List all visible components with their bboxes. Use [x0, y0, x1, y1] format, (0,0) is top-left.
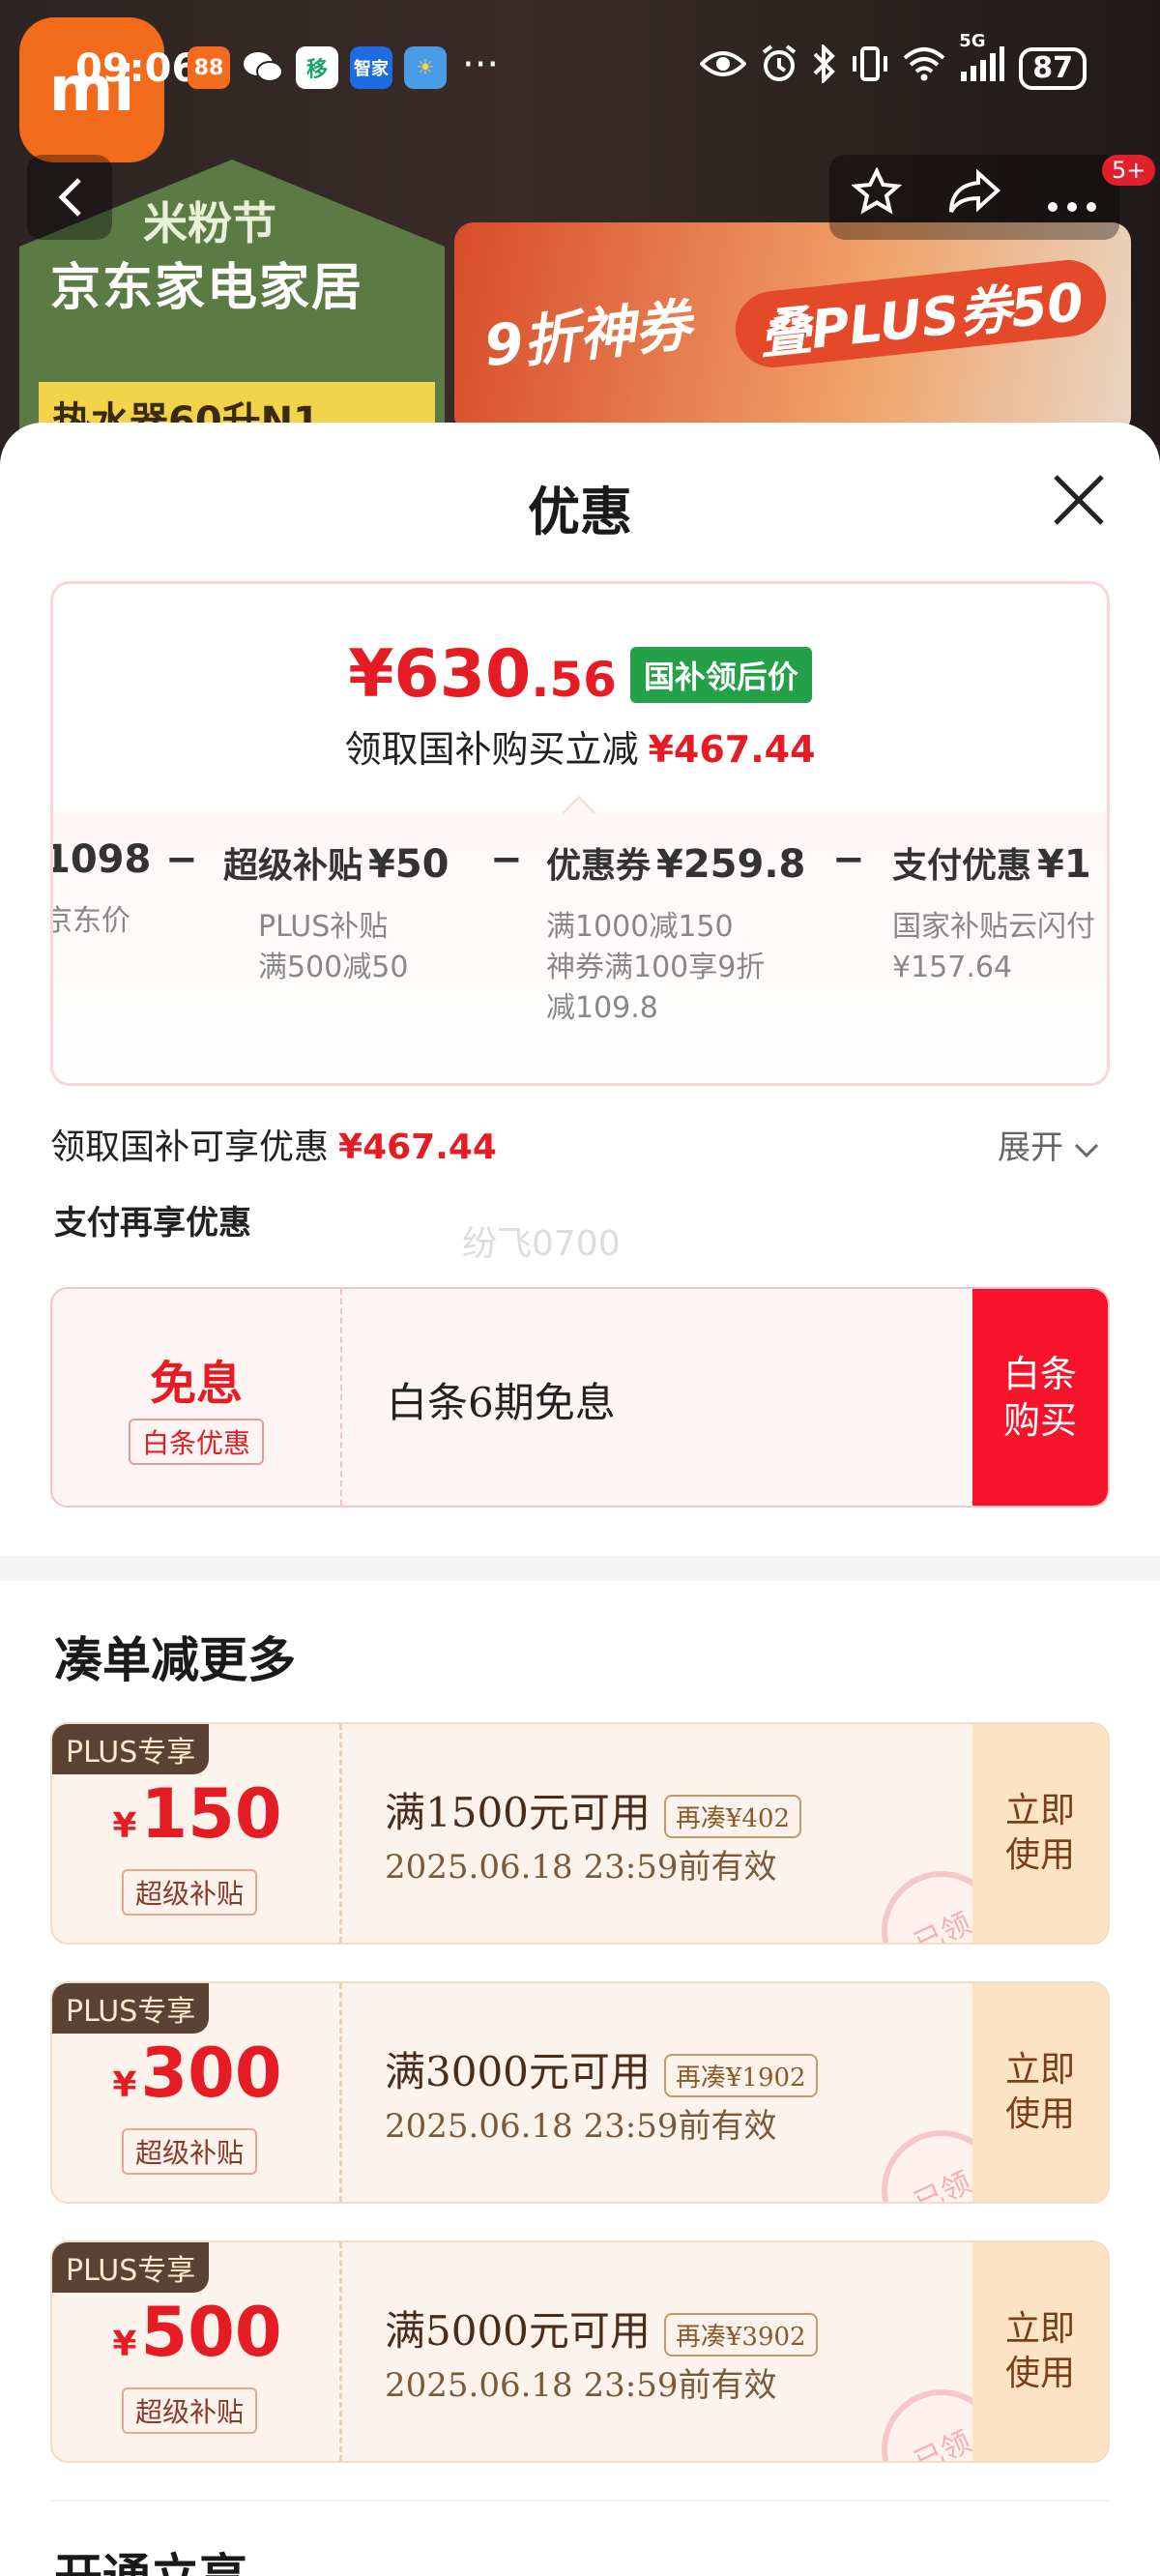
interest-free-text: 白条6期免息 — [387, 1379, 616, 1426]
pay-section-title: 支付再享优惠 — [54, 1204, 251, 1243]
minus-sign: − — [832, 837, 865, 882]
close-button[interactable] — [1052, 473, 1106, 527]
breakdown-item: 支付优惠 ¥1 国家补贴云闪付 ¥157.64 — [892, 842, 1095, 984]
clock: 09:06 — [75, 46, 199, 91]
coupon-extra: 再凑¥1902 — [663, 2053, 818, 2097]
use-now-button[interactable]: 立即 使用 — [972, 1724, 1108, 1943]
bluetooth-icon — [812, 43, 837, 92]
price-breakdown: 1098 京东价 − 超级补贴 ¥50 PLUS补贴 满500减50 − 优惠券 ¥2… — [50, 837, 1107, 1083]
coupon-condition: 满1500元可用 再凑¥402 — [385, 1780, 802, 1839]
star-icon — [851, 165, 903, 215]
back-button[interactable] — [27, 155, 112, 240]
battery-indicator: 87 — [1019, 46, 1087, 90]
reduce-summary: 领取国补购买立减 ¥467.44 — [344, 728, 816, 771]
close-icon — [1054, 475, 1104, 525]
coupon-type: 超级补贴 — [122, 2387, 258, 2434]
more-button[interactable] — [1047, 171, 1097, 223]
watermark: 纷飞0700 — [462, 1224, 621, 1264]
vibrate-icon — [851, 44, 889, 92]
coupon-expiry: 2025.06.18 23:59前有效 — [385, 1848, 777, 1887]
network-type: 5G — [959, 31, 986, 51]
wifi-icon — [903, 46, 945, 90]
haier-icon: 智家 — [350, 46, 392, 89]
coupon-card: PLUS专享 ¥500 超级补贴 满5000元可用 再凑¥3902 2025.06… — [50, 2240, 1110, 2463]
plus-tag: PLUS专享 — [52, 1983, 210, 2034]
coupon-card: PLUS专享 ¥150 超级补贴 满1500元可用 再凑¥402 2025.06.… — [50, 1722, 1110, 1945]
chevron-left-icon — [58, 178, 81, 217]
section-divider — [0, 1556, 1160, 1581]
coupon-condition: 满3000元可用 再凑¥1902 — [385, 2039, 818, 2098]
interest-free-card: 免息 白条优惠 白条6期免息 白条 购买 — [50, 1287, 1110, 1508]
more-icon — [1047, 202, 1096, 212]
breakdown-item: 超级补贴 ¥50 PLUS补贴 满500减50 — [223, 842, 450, 984]
section-title: 凑单减更多 — [54, 1631, 296, 1688]
wechat-icon — [242, 46, 284, 89]
price-card: ¥630.56 国补领后价 领取国补购买立减 ¥467.44 1098 京东价 − … — [50, 581, 1110, 1086]
taobao-icon: 88 — [188, 46, 230, 89]
coupon-extra: 再凑¥402 — [663, 1794, 802, 1838]
coupon-type: 超级补贴 — [122, 1869, 258, 1916]
coupon-amount: ¥150 — [112, 1774, 282, 1854]
banner-title: 京东家电家居 — [50, 259, 364, 317]
discount-sheet: 优惠 ¥630.56 国补领后价 领取国补购买立减 ¥467.44 1098 京东价… — [0, 423, 1160, 2576]
membership-section-title: 开通立享 — [54, 2538, 247, 2576]
coupon-card: PLUS专享 ¥300 超级补贴 满3000元可用 再凑¥1902 2025.06… — [50, 1981, 1110, 2204]
eye-icon — [699, 48, 748, 88]
nav-actions — [829, 155, 1119, 240]
system-icons: 5G 87 — [699, 31, 1087, 92]
breakdown-item: 1098 京东价 — [50, 837, 152, 938]
signal-icon: 5G — [959, 31, 1005, 92]
notification-badge: 5+ — [1102, 155, 1156, 186]
status-bar: 09:06 88 移 智家 ☀ ··· 5G 87 — [0, 31, 1160, 104]
final-price-row: ¥630.56 国补领后价 — [53, 636, 1107, 713]
use-now-button[interactable]: 立即 使用 — [972, 2242, 1108, 2461]
mobile-icon: 移 — [296, 46, 338, 89]
use-now-button[interactable]: 立即 使用 — [972, 1983, 1108, 2202]
gov-subsidy-row: 领取国补可享优惠 ¥467.44 — [50, 1127, 497, 1167]
more-notifications-icon: ··· — [462, 43, 500, 87]
share-icon — [948, 168, 1000, 213]
sheet-title: 优惠 — [528, 481, 632, 542]
breakdown-item: 优惠券 ¥259.8 满1000减150 神券满100享9折 减109.8 — [546, 842, 806, 1025]
interest-free-label: 免息 — [149, 1357, 243, 1411]
coupon-amount: ¥300 — [112, 2034, 282, 2113]
coupon-extra: 再凑¥3902 — [663, 2312, 818, 2356]
banner-subtitle: 米粉节 — [143, 197, 276, 249]
divider-line — [50, 2500, 1110, 2502]
coupon-expiry: 2025.06.18 23:59前有效 — [385, 2107, 777, 2146]
weather-icon: ☀ — [404, 46, 447, 89]
baitiao-buy-button[interactable]: 白条 购买 — [972, 1289, 1108, 1506]
coupon-type: 超级补贴 — [122, 2128, 258, 2175]
final-price: ¥630.56 — [348, 636, 617, 713]
share-button[interactable] — [947, 168, 1001, 226]
coupon-amount: ¥500 — [112, 2293, 282, 2372]
minus-sign: − — [490, 837, 523, 882]
coupon-condition: 满5000元可用 再凑¥3902 — [385, 2298, 818, 2357]
coupon-expiry: 2025.06.18 23:59前有效 — [385, 2366, 777, 2405]
alarm-icon — [760, 44, 798, 92]
chevron-down-icon — [1074, 1143, 1098, 1158]
gov-subsidy-price-tag: 国补领后价 — [629, 646, 812, 703]
minus-sign: − — [165, 837, 198, 882]
favorite-button[interactable] — [851, 165, 903, 228]
plus-tag: PLUS专享 — [52, 2242, 210, 2293]
expand-button[interactable]: 展开 — [998, 1121, 1099, 1168]
baitiao-tag: 白条优惠 — [128, 1419, 264, 1465]
plus-tag: PLUS专享 — [52, 1724, 210, 1774]
